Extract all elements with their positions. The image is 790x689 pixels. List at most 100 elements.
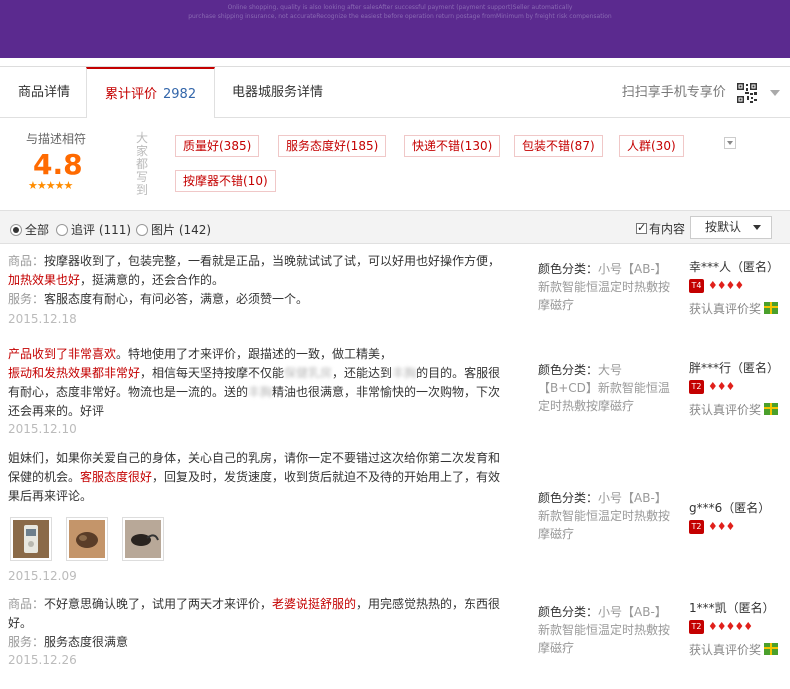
detail-tabs: 商品详情 累计评价 2982 电器城服务详情 扫扫享手机专享价 bbox=[0, 66, 790, 120]
review-tag[interactable]: 按摩器不错(10) bbox=[175, 170, 276, 192]
review-text: 的目的。客服很 bbox=[416, 366, 501, 380]
review-date: 2015.12.26 bbox=[8, 653, 77, 667]
review-content: 产品收到了非常喜欢。特地使用了才来评价，跟描述的一致，做工精美， 振动和发热效果… bbox=[8, 345, 504, 421]
tag-label: 包装不错(87) bbox=[522, 139, 595, 153]
has-content-checkbox[interactable]: 有内容 bbox=[636, 220, 685, 237]
review-tag[interactable]: 服务态度好(185) bbox=[278, 135, 387, 157]
review-content: 商品：不好意思确认晚了，试用了两天才来评价，老婆说挺舒服的，用完感觉热热的，东西… bbox=[8, 595, 504, 652]
review-photo[interactable] bbox=[10, 517, 52, 561]
review-content: 姐妹们，如果你关爱自己的身体，关心自己的乳房，请你一定不要错过这次给你第二次发育… bbox=[8, 449, 504, 506]
review-date: 2015.12.10 bbox=[8, 422, 77, 436]
mobile-price-link[interactable]: 扫扫享手机专享价 bbox=[622, 67, 780, 119]
sku-key: 颜色分类： bbox=[538, 262, 599, 276]
review-text-blurred: 丰胸 bbox=[392, 366, 417, 380]
diamond-rank-icon: ♦♦♦ bbox=[707, 380, 736, 393]
tag-label: 按摩器不错(10) bbox=[183, 174, 268, 188]
tab-label: 商品详情 bbox=[18, 85, 71, 100]
gift-icon bbox=[764, 642, 779, 655]
filter-pictures-radio[interactable]: 图片 (142) bbox=[136, 221, 211, 238]
reviewer-name[interactable]: g***6（匿名） bbox=[689, 499, 789, 516]
award-label: 获认真评价奖 bbox=[689, 642, 762, 657]
chevron-down-icon bbox=[753, 225, 761, 230]
review-text: 有耐心，态度非常好。物流也是一流的。送的 bbox=[8, 385, 249, 399]
banner-notice: Online shopping, quality is also looking… bbox=[180, 3, 620, 21]
sku-key: 颜色分类： bbox=[538, 363, 599, 377]
award-label: 获认真评价奖 bbox=[689, 301, 762, 316]
review-text: ，还能达到 bbox=[332, 366, 393, 380]
reviewer-info: g***6（匿名） T2 ♦♦♦ bbox=[689, 499, 789, 534]
sort-dropdown[interactable]: 按默认 bbox=[690, 216, 772, 239]
review-tag[interactable]: 快递不错(130) bbox=[404, 135, 501, 157]
review-tag[interactable]: 包装不错(87) bbox=[514, 135, 603, 157]
review-date: 2015.12.09 bbox=[8, 569, 77, 583]
tags-caption: 大家都写到 bbox=[136, 131, 149, 197]
rating-summary: 与描述相符 4.8 ★★★★★ 大家都写到 质量好(385) 服务态度好(185… bbox=[0, 118, 790, 210]
chevron-down-icon[interactable] bbox=[770, 89, 780, 96]
sku-info: 颜色分类：小号【AB-】 新款智能恒温定时热敷按 摩磁疗 bbox=[538, 603, 678, 657]
checkbox-label: 有内容 bbox=[649, 222, 686, 236]
review-text: ，用完感觉热热的，东西很 bbox=[356, 597, 501, 611]
tab-service-details[interactable]: 电器城服务详情 bbox=[214, 67, 341, 119]
sku-value: 新款智能恒温定时热敷按 bbox=[538, 509, 671, 523]
diamond-rank-icon: ♦♦♦♦ bbox=[707, 279, 744, 292]
review-text-blurred: 丰胸 bbox=[248, 385, 273, 399]
level-badge: T2 bbox=[689, 379, 704, 394]
review-text: 果后再来评论。 bbox=[8, 489, 93, 503]
level-badge: T2 bbox=[689, 519, 704, 534]
label-service: 服务： bbox=[8, 292, 45, 306]
tab-reviews[interactable]: 累计评价 2982 bbox=[86, 67, 216, 120]
gift-icon bbox=[764, 301, 779, 314]
sku-value: 小号【AB-】 bbox=[598, 491, 667, 505]
sku-value: 摩磁疗 bbox=[538, 527, 575, 541]
filter-followup-radio[interactable]: 追评 (111) bbox=[56, 221, 131, 238]
mobile-price-label: 扫扫享手机专享价 bbox=[621, 85, 726, 100]
radio-dot[interactable] bbox=[136, 224, 148, 236]
review-text: 好。 bbox=[8, 616, 33, 630]
reviewer-name[interactable]: 胖***行（匿名） bbox=[689, 359, 789, 376]
review-filter-bar: 全部 追评 (111) 图片 (142) 有内容 按默认 bbox=[0, 210, 790, 244]
review-text: 。特地使用了才来评价，跟描述的一致，做工精美， bbox=[116, 347, 393, 361]
review-text-blurred: 保健乳房 bbox=[284, 366, 333, 380]
radio-label: 图片 (142) bbox=[151, 223, 212, 237]
review-photos bbox=[10, 517, 180, 563]
review-tag[interactable]: 人群(30) bbox=[619, 135, 684, 157]
award-label: 获认真评价奖 bbox=[689, 402, 762, 417]
review-highlight: 加热效果也好 bbox=[8, 273, 81, 287]
review-text: 精油也很满意，非常愉快的一次购物，下次 bbox=[272, 385, 501, 399]
sku-value: 摩磁疗 bbox=[538, 641, 575, 655]
tab-label: 累计评价 bbox=[105, 87, 158, 102]
filter-all-radio[interactable]: 全部 bbox=[10, 221, 49, 238]
reviewer-info: 幸***人（匿名） T4 ♦♦♦♦ 获认真评价奖 bbox=[689, 258, 789, 317]
radio-label: 全部 bbox=[25, 223, 50, 237]
label-service: 服务： bbox=[8, 635, 45, 649]
review-photo[interactable] bbox=[66, 517, 108, 561]
review-highlight: 振动和发热效果都非常好 bbox=[8, 366, 141, 380]
tab-label: 电器城服务详情 bbox=[232, 85, 324, 100]
sku-value: 摩磁疗 bbox=[538, 298, 575, 312]
expand-tags-icon[interactable] bbox=[724, 137, 736, 149]
review-content: 商品：按摩器收到了，包装完整，一看就是正品，当晚就试试了试，可以好用也好操作方便… bbox=[8, 252, 504, 309]
rating-label: 与描述相符 bbox=[26, 132, 87, 146]
radio-dot[interactable] bbox=[10, 224, 22, 236]
rating-stars: ★★★★★ bbox=[28, 179, 73, 192]
tab-product-details[interactable]: 商品详情 bbox=[0, 67, 88, 119]
review-text: 还会再来的。好评 bbox=[8, 404, 105, 418]
checkbox-box[interactable] bbox=[636, 221, 647, 234]
review-text: 保健的机会。 bbox=[8, 470, 81, 484]
diamond-rank-icon: ♦♦♦♦♦ bbox=[707, 620, 753, 633]
review-tag[interactable]: 质量好(385) bbox=[175, 135, 260, 157]
review-text: ，挺满意的，还会合作的。 bbox=[80, 273, 225, 287]
sku-key: 颜色分类： bbox=[538, 491, 599, 505]
tag-label: 质量好(385) bbox=[183, 139, 252, 153]
sku-key: 颜色分类： bbox=[538, 605, 599, 619]
sku-value: 小号【AB-】 bbox=[598, 262, 667, 276]
review-text: 服务态度很满意 bbox=[44, 635, 129, 649]
review-highlight: 老婆说挺舒服的 bbox=[272, 597, 357, 611]
review-count: 2982 bbox=[163, 87, 197, 102]
radio-dot[interactable] bbox=[56, 224, 68, 236]
review-photo[interactable] bbox=[122, 517, 164, 561]
reviewer-name[interactable]: 1***凯（匿名） bbox=[689, 599, 789, 616]
review-text: 不好意思确认晚了，试用了两天才来评价， bbox=[44, 597, 273, 611]
reviewer-name[interactable]: 幸***人（匿名） bbox=[689, 258, 789, 275]
tag-label: 快递不错(130) bbox=[412, 139, 493, 153]
